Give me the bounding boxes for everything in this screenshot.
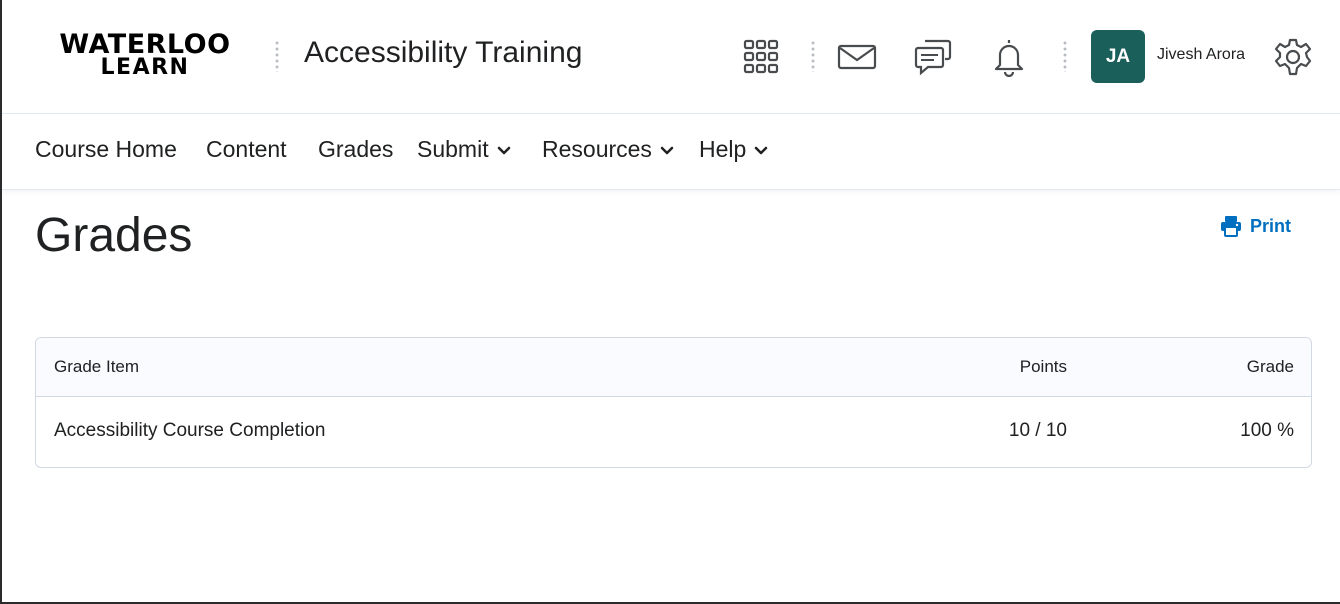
grade-item-name[interactable]: Accessibility Course Completion xyxy=(54,420,325,442)
nav-label: Content xyxy=(206,136,287,162)
bell-icon[interactable] xyxy=(988,36,1030,78)
page-title: Grades xyxy=(35,209,193,262)
nav-label: Course Home xyxy=(35,136,177,162)
nav-label: Help xyxy=(699,136,747,162)
course-title[interactable]: Accessibility Training xyxy=(304,36,582,70)
table-header-row xyxy=(36,338,1311,397)
grades-table: Grade Item Points Grade Accessibility Co… xyxy=(35,337,1312,468)
chevron-down-icon xyxy=(755,146,768,155)
grade-item-grade: 100 % xyxy=(1240,420,1294,441)
nav-submit-dropdown[interactable]: Submit xyxy=(417,136,511,163)
app-grid-icon[interactable] xyxy=(740,36,782,78)
column-header-points[interactable]: Points xyxy=(1020,357,1067,377)
chevron-down-icon xyxy=(497,146,510,155)
nav-label: Submit xyxy=(417,136,489,162)
printer-icon xyxy=(1221,216,1241,237)
column-header-grade-item[interactable]: Grade Item xyxy=(54,357,139,377)
print-button[interactable]: Print xyxy=(1220,215,1291,237)
header-separator xyxy=(275,40,279,72)
print-label: Print xyxy=(1250,215,1292,236)
course-navbar: Course Home Content Grades Submit Resour… xyxy=(2,114,1340,190)
avatar[interactable]: JA xyxy=(1091,30,1145,83)
gear-icon[interactable] xyxy=(1272,36,1314,78)
top-header: WATERLOO LEARN Accessibility Training JA… xyxy=(2,0,1340,114)
nav-label: Grades xyxy=(318,136,394,162)
user-name[interactable]: Jivesh Arora xyxy=(1157,46,1245,64)
chat-icon[interactable] xyxy=(912,36,954,78)
nav-content[interactable]: Content xyxy=(206,136,287,163)
column-header-grade[interactable]: Grade xyxy=(1247,357,1294,377)
nav-course-home[interactable]: Course Home xyxy=(35,136,177,163)
nav-help-dropdown[interactable]: Help xyxy=(699,136,768,163)
logo-line-1: WATERLOO xyxy=(59,29,231,60)
mail-icon[interactable] xyxy=(836,36,878,78)
nav-label: Resources xyxy=(542,136,652,162)
grade-item-points: 10 / 10 xyxy=(1008,420,1067,441)
chevron-down-icon xyxy=(660,146,674,155)
nav-grades[interactable]: Grades xyxy=(318,136,393,163)
nav-resources-dropdown[interactable]: Resources xyxy=(542,136,674,163)
header-separator xyxy=(811,40,815,72)
header-separator xyxy=(1063,40,1067,72)
waterloo-learn-logo[interactable]: WATERLOO LEARN xyxy=(50,29,240,79)
